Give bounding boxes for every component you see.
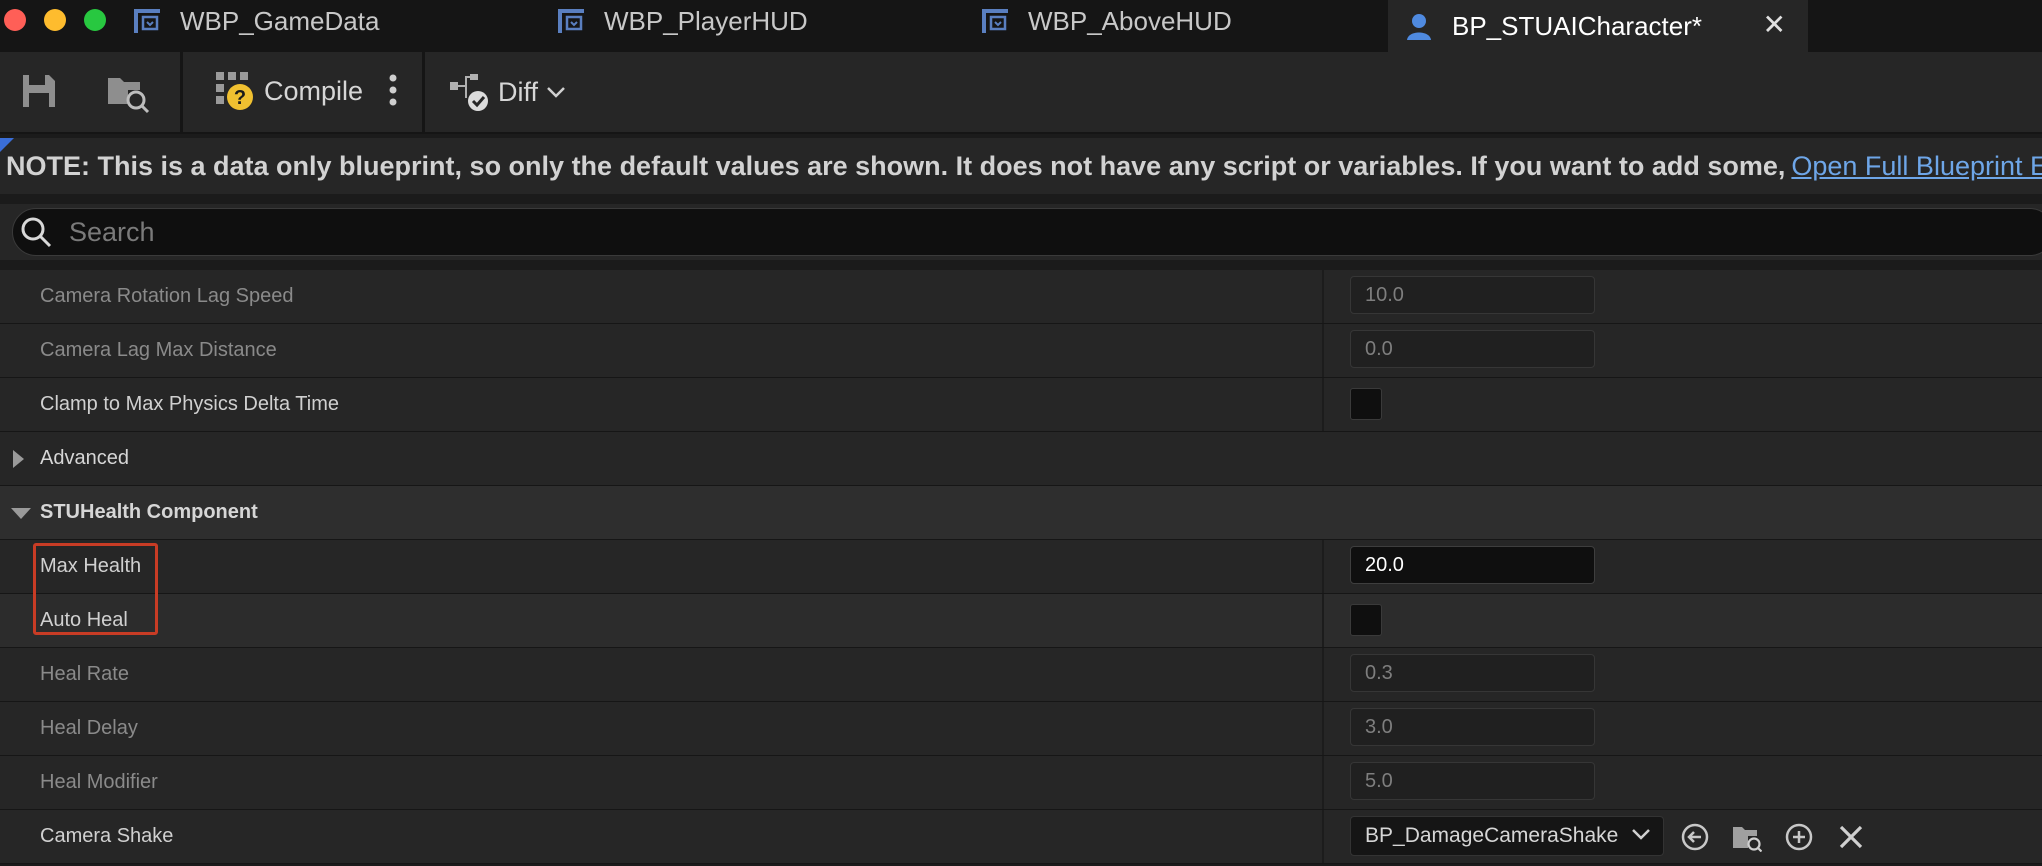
property-row-max-health: Max Health 20.0 (0, 540, 2042, 594)
tab-wbp-playerhud[interactable]: WBP_PlayerHUD (556, 0, 808, 42)
widget-blueprint-icon (982, 9, 1008, 33)
stuhealth-section-header[interactable]: STUHealth Component (0, 486, 2042, 540)
heal-modifier-field[interactable]: 5.0 (1350, 762, 1595, 800)
search-box[interactable] (12, 208, 2042, 256)
details-panel: Camera Rotation Lag Speed 10.0 Camera La… (0, 270, 2042, 864)
property-label: Camera Lag Max Distance (40, 339, 277, 361)
diff-icon (450, 74, 488, 111)
property-label: Max Health (40, 555, 142, 577)
property-label: Heal Delay (40, 717, 138, 739)
auto-heal-checkbox[interactable] (1350, 604, 1382, 636)
column-splitter[interactable] (1322, 270, 1324, 323)
property-label: Clamp to Max Physics Delta Time (40, 393, 339, 415)
section-label: STUHealth Component (40, 501, 258, 523)
property-row-auto-heal: Auto Heal (0, 594, 2042, 648)
heal-delay-field[interactable]: 3.0 (1350, 708, 1595, 746)
property-label: Heal Rate (40, 663, 129, 685)
tab-wbp-gamedata[interactable]: WBP_GameData (132, 0, 379, 42)
character-icon (1407, 14, 1431, 40)
use-selected-asset-icon[interactable] (1680, 822, 1710, 852)
section-label: Advanced (40, 447, 129, 469)
property-row-heal-rate: Heal Rate 0.3 (0, 648, 2042, 702)
advanced-section-header[interactable]: Advanced (0, 432, 2042, 486)
column-splitter[interactable] (1322, 324, 1324, 377)
property-row-heal-modifier: Heal Modifier 5.0 (0, 756, 2042, 810)
column-splitter[interactable] (1322, 378, 1324, 431)
collapse-arrow-icon (11, 507, 31, 519)
tab-label: BP_STUAICharacter* (1452, 10, 1702, 41)
widget-blueprint-icon (134, 9, 160, 33)
compile-warning-icon: ? (216, 72, 253, 110)
clear-asset-icon[interactable] (1836, 822, 1866, 852)
column-splitter[interactable] (1322, 702, 1324, 755)
widget-blueprint-icon (558, 9, 584, 33)
property-row-clamp-delta-time: Clamp to Max Physics Delta Time (0, 378, 2042, 432)
tab-label: WBP_PlayerHUD (604, 5, 808, 36)
window-close-button[interactable] (4, 9, 26, 31)
property-row-camera-lag-max-distance: Camera Lag Max Distance 0.0 (0, 324, 2042, 378)
camera-shake-asset-picker[interactable]: BP_DamageCameraShake (1350, 816, 1664, 856)
window-zoom-button[interactable] (84, 9, 106, 31)
property-row-camera-shake: Camera Shake BP_DamageCameraShake (0, 810, 2042, 864)
expand-arrow-icon (13, 449, 24, 468)
property-label: Camera Rotation Lag Speed (40, 285, 294, 307)
column-splitter[interactable] (1322, 594, 1324, 647)
column-splitter[interactable] (1322, 756, 1324, 809)
corner-indicator (0, 138, 14, 152)
tab-wbp-abovehud[interactable]: WBP_AboveHUD (980, 0, 1232, 42)
svg-text:?: ? (234, 87, 246, 109)
tab-label: WBP_AboveHUD (1028, 5, 1232, 36)
search-row (0, 204, 2042, 260)
camera-rotation-lag-speed-field[interactable]: 10.0 (1350, 276, 1595, 314)
chevron-down-icon (547, 87, 565, 98)
close-tab-icon[interactable]: ✕ (1763, 8, 1786, 41)
search-input[interactable] (67, 215, 1971, 249)
window-minimize-button[interactable] (44, 9, 66, 31)
camera-lag-max-distance-field[interactable]: 0.0 (1350, 330, 1595, 368)
tab-bar: WBP_GameData WBP_PlayerHUD WBP_AboveHUD … (0, 0, 2042, 52)
clamp-delta-time-checkbox[interactable] (1350, 388, 1382, 420)
toolbar-separator (180, 52, 183, 132)
property-label: Camera Shake (40, 825, 174, 847)
property-row-heal-delay: Heal Delay 3.0 (0, 702, 2042, 756)
property-label: Heal Modifier (40, 771, 158, 793)
property-row-camera-rotation-lag-speed: Camera Rotation Lag Speed 10.0 (0, 270, 2042, 324)
toolbar-separator (422, 52, 425, 132)
save-icon (23, 75, 55, 107)
save-button[interactable] (20, 72, 58, 110)
diff-label: Diff (498, 76, 539, 107)
toolbar: ? Compile Diff (0, 52, 2042, 134)
compile-label: Compile (264, 75, 364, 106)
chevron-down-icon (1632, 829, 1650, 840)
compile-button[interactable]: ? Compile (214, 70, 363, 112)
property-label: Auto Heal (40, 609, 128, 631)
max-health-field[interactable]: 20.0 (1350, 546, 1595, 584)
search-icon (21, 217, 52, 248)
column-splitter[interactable] (1322, 540, 1324, 593)
compile-options-button[interactable] (388, 72, 398, 108)
add-asset-icon[interactable] (1784, 822, 1814, 852)
browse-asset-icon[interactable] (1732, 822, 1762, 852)
column-splitter[interactable] (1322, 648, 1324, 701)
more-options-icon (389, 74, 397, 106)
browse-folder-icon (108, 78, 150, 114)
tab-label: WBP_GameData (180, 5, 380, 36)
note-text: NOTE: This is a data only blueprint, so … (6, 150, 1786, 181)
tab-bp-stuaicharacter[interactable]: BP_STUAICharacter* ✕ (1388, 0, 1808, 52)
asset-name: BP_DamageCameraShake (1365, 824, 1619, 847)
data-only-note: NOTE: This is a data only blueprint, so … (0, 138, 2042, 194)
column-splitter[interactable] (1322, 810, 1324, 863)
diff-button[interactable]: Diff (448, 72, 566, 112)
heal-rate-field[interactable]: 0.3 (1350, 654, 1595, 692)
open-full-blueprint-editor-link[interactable]: Open Full Blueprint Editor (1791, 151, 2042, 182)
browse-button[interactable] (106, 70, 150, 114)
